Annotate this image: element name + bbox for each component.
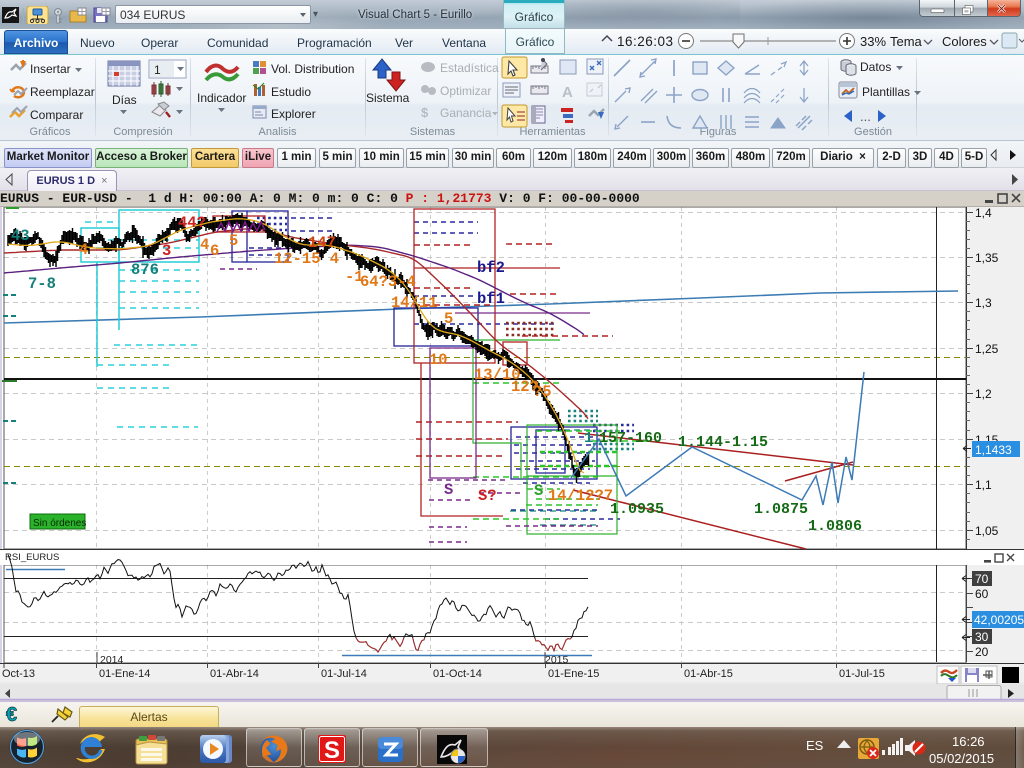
svg-text:1,1433: 1,1433 [975,443,1012,457]
svg-text:1.0875: 1.0875 [754,501,808,518]
svg-text:Insertar: Insertar [30,62,71,76]
svg-text:1.0935: 1.0935 [610,501,664,518]
svg-text:2015: 2015 [545,654,569,666]
svg-text:20: 20 [975,645,989,659]
svg-text:60: 60 [975,587,989,601]
svg-text:Comparar: Comparar [30,108,83,122]
svg-text:01-Jul-15: 01-Jul-15 [839,668,885,680]
svg-text:01-Ene-15: 01-Ene-15 [548,668,599,680]
svg-text:2014: 2014 [100,654,124,666]
svg-text:1,25: 1,25 [975,342,999,356]
svg-text:01-Ene-14: 01-Ene-14 [99,668,150,680]
svg-text:S: S [324,737,340,764]
svg-text:05/02/2015: 05/02/2015 [929,751,994,766]
svg-text:Días: Días [112,93,137,107]
svg-text:12-15 4: 12-15 4 [274,250,339,268]
svg-text:157-160: 157-160 [599,430,662,447]
svg-text:1,05: 1,05 [975,524,999,538]
svg-text:S: S [534,482,543,500]
svg-text:7-8: 7-8 [28,275,56,293]
svg-text:64?3-4: 64?3-4 [360,273,416,291]
svg-text:01-Oct-14: 01-Oct-14 [433,668,482,680]
svg-text:ES: ES [806,738,824,753]
svg-text:43: 43 [11,227,30,245]
svg-text:Sistema: Sistema [366,91,410,105]
svg-text:Ganancia: Ganancia [440,106,492,120]
svg-text:A: A [562,84,573,101]
svg-text:Optimizar: Optimizar [440,84,491,98]
svg-text:1,2: 1,2 [975,387,992,401]
svg-text:Explorer: Explorer [271,107,316,121]
svg-text:1,1: 1,1 [975,478,992,492]
svg-text:14/11: 14/11 [391,294,438,312]
svg-text:$: $ [421,105,429,120]
svg-text:S?: S? [478,487,497,505]
svg-text:Indicador: Indicador [197,91,246,105]
svg-text:01-Abr-14: 01-Abr-14 [210,668,259,680]
svg-text:42,00205: 42,00205 [974,613,1024,627]
svg-text:Reemplazar: Reemplazar [30,85,95,99]
svg-text:16:26: 16:26 [952,734,985,749]
svg-text:5: 5 [229,232,238,250]
svg-text:70: 70 [975,572,989,586]
svg-text:44?: 44? [178,214,206,232]
svg-text:Oct-13: Oct-13 [2,668,35,680]
svg-text:1,3: 1,3 [975,296,992,310]
svg-text:4: 4 [79,241,88,259]
svg-text:30: 30 [975,630,989,644]
svg-text:1,35: 1,35 [975,251,999,265]
svg-text:bf1: bf1 [477,290,505,308]
svg-text:Plantillas: Plantillas [862,85,910,99]
svg-text:1.0806: 1.0806 [808,518,862,535]
svg-text:1.144-1.15: 1.144-1.15 [678,434,768,451]
svg-text:876: 876 [131,261,159,279]
svg-text:Estudio: Estudio [271,85,311,99]
svg-text:RSI_EURUS: RSI_EURUS [5,552,59,563]
svg-text:S: S [444,481,453,499]
svg-text:...: ... [860,109,871,124]
svg-text:Datos: Datos [860,60,891,74]
svg-text:01-Abr-15: 01-Abr-15 [684,668,733,680]
svg-text:?5: ?5 [533,383,552,401]
svg-text:bf2: bf2 [477,259,505,277]
svg-text:3: 3 [162,242,171,260]
svg-text:1: 1 [154,63,161,77]
svg-text:Sin órdenes: Sin órdenes [33,518,86,529]
svg-text:01-Jul-14: 01-Jul-14 [321,668,367,680]
svg-text:Vol. Distribution: Vol. Distribution [271,62,354,76]
svg-text:4: 4 [200,236,209,254]
svg-text:6: 6 [210,242,219,260]
svg-text:5: 5 [444,310,453,328]
svg-text:€: € [6,704,17,726]
svg-text:Estadística: Estadística [440,61,499,75]
svg-text:14/12?7: 14/12?7 [548,487,613,505]
svg-text:10: 10 [429,351,448,369]
svg-text:1,4: 1,4 [975,206,992,220]
